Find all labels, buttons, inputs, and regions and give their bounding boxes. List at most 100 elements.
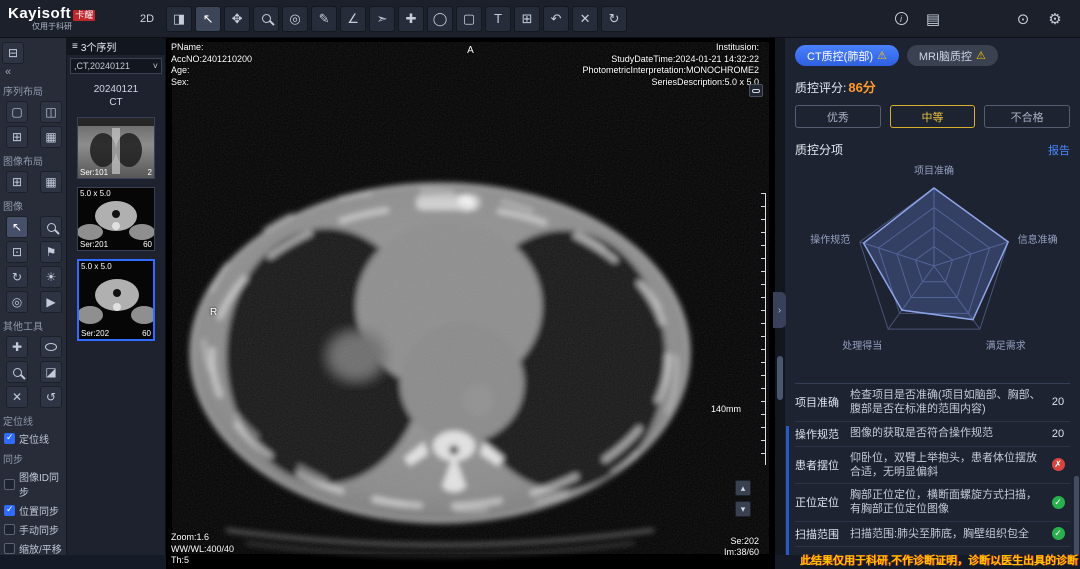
pan-tool[interactable]: ✥ [224,6,250,32]
image-stack-tool[interactable]: ⊡ [6,241,28,263]
main-viewport[interactable]: PName: AccNO:2401210200 Age: Sex: Instit… [166,38,775,569]
series-position-overlay: Se:202 Im:38/60 [724,536,759,559]
image-magnifier-tool[interactable] [40,216,62,238]
rectangle-tool[interactable]: ▢ [456,6,482,32]
report-link[interactable]: 报告 [1048,142,1070,158]
layout-grid-tool[interactable]: ⊞ [514,6,540,32]
pass-icon: ✓ [1052,496,1065,509]
image-brightness-tool[interactable]: ☀ [40,266,62,288]
localizer-label: 定位线 [19,431,49,446]
slice-stepper: ▴ ▾ [735,480,751,517]
series-thumbnail-101[interactable]: Ser:101 2 [77,117,155,179]
pointer-tool[interactable]: ↖ [195,6,221,32]
axial-thumbnail-image [79,261,155,339]
sync-position-row[interactable]: 位置同步 [0,501,66,520]
fail-icon: ✗ [1052,458,1065,471]
sync-zoom-pan-checkbox[interactable] [4,543,15,554]
svg-text:处理得当: 处理得当 [842,339,882,352]
qc-row-score: 20 [1046,428,1070,440]
sync-image-id-checkbox[interactable] [4,479,15,490]
sync-manual-row[interactable]: 手动同步 [0,520,66,539]
settings-gear-icon[interactable]: ⚙ [1042,6,1068,32]
info-icon[interactable]: i [888,6,914,32]
magnifier-icon [47,223,56,232]
image-layout-2x2-button[interactable]: ⊞ [6,171,28,193]
sync-zoom-pan-row[interactable]: 缩放/平移 [0,539,66,555]
window-level-tool[interactable]: ◨ [166,6,192,32]
rotate-tool[interactable]: ↻ [601,6,627,32]
qc-table-scrollbar[interactable] [786,426,789,555]
image-rotate-tool[interactable]: ↻ [6,266,28,288]
other-close-tool[interactable]: ✕ [6,386,28,408]
orientation-a-marker: A [467,44,474,57]
other-reset-tool[interactable]: ↺ [40,386,62,408]
report-edit-icon[interactable]: ▤ [920,6,946,32]
collapse-panel-button[interactable]: « [2,66,20,78]
other-add-tool[interactable]: ✚ [6,336,28,358]
qc-table-row: 正位定位 胸部正位定位，横断面螺旋方式扫描，有胸部正位定位图像 ✓ [795,484,1070,522]
probe-tool[interactable]: ➣ [369,6,395,32]
section-title-image-layout: 图像布局 [0,150,66,169]
series-thumbnail-202[interactable]: 5.0 x 5.0 Ser:202 60 [77,259,155,341]
slice-up-button[interactable]: ▴ [735,480,751,496]
slice-down-button[interactable]: ▾ [735,501,751,517]
grade-medium-button[interactable]: 中等 [890,105,976,128]
magnifier-icon [13,368,22,377]
svg-text:操作规范: 操作规范 [810,233,850,246]
pass-icon: ✓ [1052,527,1065,540]
layout-2x2-button[interactable]: ⊞ [6,126,28,148]
series-thumbnail-201[interactable]: 5.0 x 5.0 Ser:201 60 [77,187,155,251]
patient-info-overlay: PName: AccNO:2401210200 Age: Sex: [171,42,252,89]
image-target-tool[interactable]: ◎ [6,291,28,313]
warning-icon: ⚠ [877,49,887,62]
tab-ct-lung-qc[interactable]: CT质控(肺部) ⚠ [795,45,899,66]
image-layout-3x3-button[interactable]: ▦ [40,171,62,193]
sync-position-checkbox[interactable] [4,505,15,516]
grade-excellent-button[interactable]: 优秀 [795,105,881,128]
qc-score-label: 质控评分: [795,81,846,95]
qc-grade-buttons: 优秀 中等 不合格 [795,105,1070,128]
layout-1x2-button[interactable]: ◫ [40,101,62,123]
sync-manual-checkbox[interactable] [4,524,15,535]
image-cine-play-tool[interactable]: ▶ [40,291,62,313]
comment-icon [45,343,57,351]
other-eraser-tool[interactable]: ◪ [40,361,62,383]
app-logo: Kayisoft 卡耀 仅用于科研 [8,6,126,31]
undo-tool[interactable]: ↶ [543,6,569,32]
grade-unqualified-button[interactable]: 不合格 [984,105,1070,128]
link-sync-button[interactable] [749,84,763,97]
annotate-tool[interactable]: ✎ [311,6,337,32]
target-tool[interactable]: ◎ [282,6,308,32]
zoom-tool[interactable] [253,6,279,32]
viewport-scrollbar-handle[interactable] [777,356,783,400]
disclaimer-notice: 此结果仅用于科研,不作诊断证明，诊断以医生出具的诊断 [800,552,1078,568]
tab-mri-brain-qc[interactable]: MRI脑质控 ⚠ [907,45,998,66]
about-icon[interactable]: ⊙ [1010,6,1036,32]
layout-3x3-button[interactable]: ▦ [40,126,62,148]
section-title-other-tools: 其他工具 [0,315,66,334]
other-comment-tool[interactable] [40,336,62,358]
other-zoom-in-tool[interactable] [6,361,28,383]
layout-1x1-button[interactable]: ▢ [6,101,28,123]
angle-tool[interactable]: ∠ [340,6,366,32]
image-flag-tool[interactable]: ⚑ [40,241,62,263]
sync-image-id-row[interactable]: 图像ID同步 [0,467,66,501]
localizer-checkbox[interactable] [4,433,15,444]
image-pointer-tool[interactable]: ↖ [6,216,28,238]
expand-panel-tab[interactable]: › [773,292,786,328]
text-tool[interactable]: T [485,6,511,32]
study-selector-value: ,CT,20240121 [74,61,130,71]
thumbnail-image-count: 60 [142,329,151,338]
localizer-checkbox-row[interactable]: 定位线 [0,429,66,448]
section-title-image: 图像 [0,195,66,214]
add-tool[interactable]: ✚ [398,6,424,32]
qc-panel-scrollbar[interactable] [1074,476,1079,555]
panel-toggle-icon[interactable]: ⊟ [2,42,24,64]
series-list-icon: ≡ [72,41,78,52]
qc-score: 质控评分:86分 [795,77,1070,96]
study-selector-dropdown[interactable]: ,CT,20240121 ˅ [70,58,162,74]
ellipse-tool[interactable]: ◯ [427,6,453,32]
qc-table-row: 项目准确 检查项目是否准确(项目如脑部、胸部、腹部是否在标准的范围内容) 20 [795,384,1070,422]
qc-table: 项目准确 检查项目是否准确(项目如脑部、胸部、腹部是否在标准的范围内容) 20 … [795,383,1070,547]
delete-tool[interactable]: ✕ [572,6,598,32]
